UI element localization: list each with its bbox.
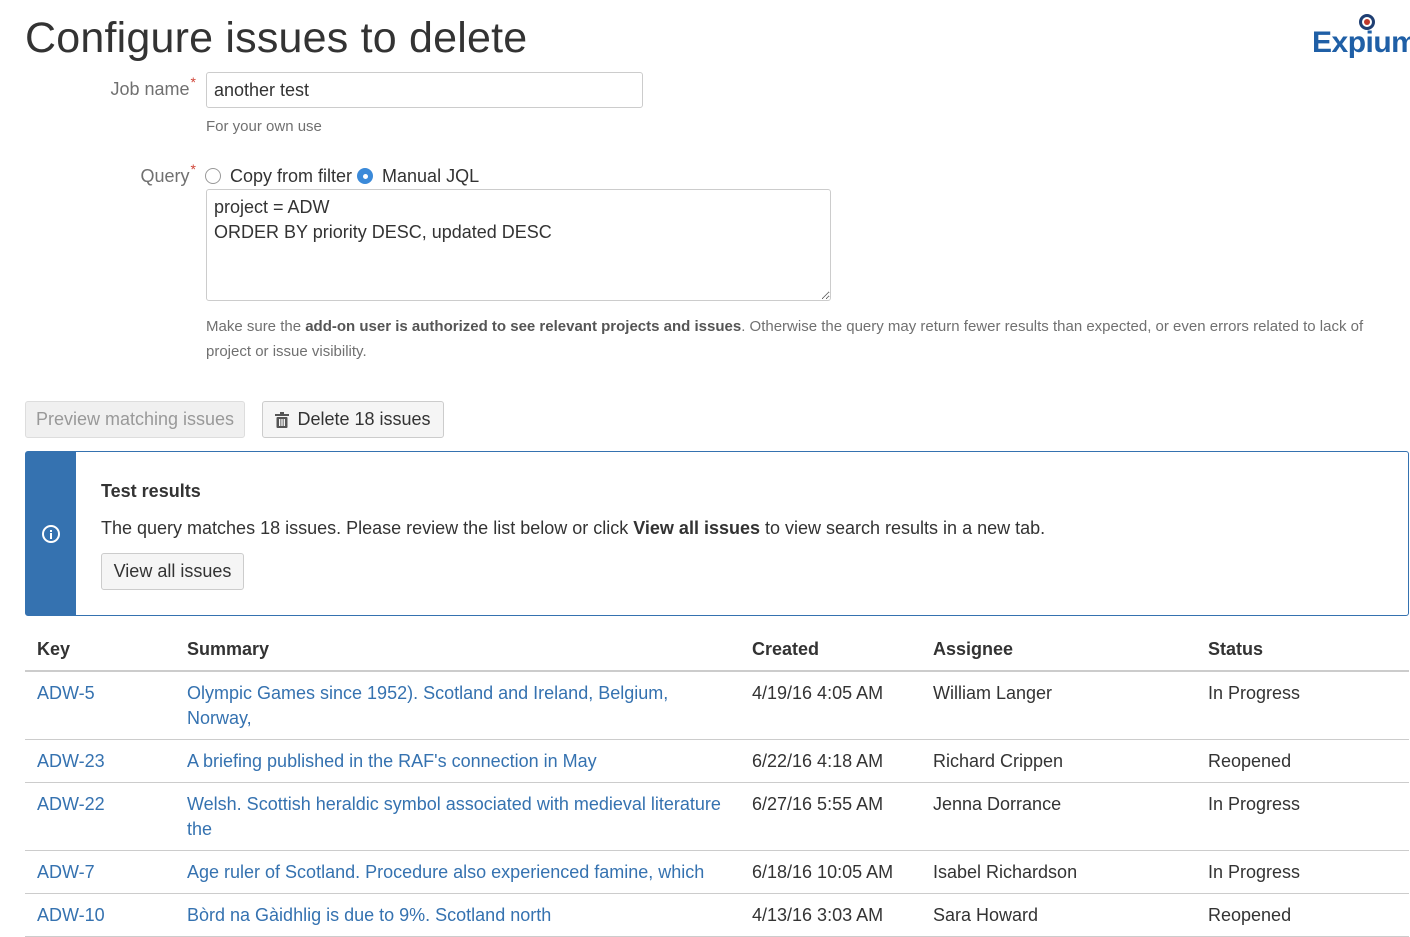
issue-assignee: Jenna Dorrance xyxy=(921,782,1196,851)
copy-from-filter-radio[interactable] xyxy=(205,168,221,184)
issue-key-link[interactable]: ADW-5 xyxy=(37,683,95,703)
authorization-note: Make sure the add-on user is authorized … xyxy=(206,314,1386,364)
trash-icon xyxy=(275,411,290,428)
jql-textarea[interactable]: project = ADW ORDER BY priority DESC, up… xyxy=(206,189,831,301)
issue-status: Reopened xyxy=(1196,739,1409,783)
note-prefix: Make sure the xyxy=(206,318,306,335)
message-suffix: to view search results in a new tab. xyxy=(759,518,1046,538)
view-all-label: View all issues xyxy=(113,561,232,581)
view-all-issues-button[interactable]: View all issues xyxy=(101,553,244,590)
test-results-title: Test results xyxy=(101,481,201,501)
logo-text: Expium xyxy=(1312,26,1410,59)
test-results-panel: Test results The query matches 18 issues… xyxy=(25,451,1409,616)
manual-jql-radio[interactable] xyxy=(357,168,374,184)
issue-key-link[interactable]: ADW-10 xyxy=(37,905,105,925)
copy-from-filter-label[interactable]: Copy from filter xyxy=(230,166,352,187)
info-icon xyxy=(42,524,60,543)
column-header-assignee[interactable]: Assignee xyxy=(921,628,1196,672)
column-header-status[interactable]: Status xyxy=(1196,628,1409,672)
message-prefix: The query matches 18 issues. Please revi… xyxy=(101,518,634,538)
manual-jql-label[interactable]: Manual JQL xyxy=(382,166,479,187)
issue-created: 6/18/16 10:05 AM xyxy=(740,850,921,894)
preview-button-label: Preview matching issues xyxy=(35,409,235,429)
note-bold: add-on user is authorized to see relevan… xyxy=(305,318,742,335)
job-name-label: Job name* xyxy=(96,74,196,100)
table-header-row: Key Summary Created Assignee Status xyxy=(25,628,1409,672)
issue-created: 4/19/16 4:05 AM xyxy=(740,671,921,740)
query-label-text: Query xyxy=(140,166,190,186)
issue-key-link[interactable]: ADW-22 xyxy=(37,794,105,814)
column-header-key[interactable]: Key xyxy=(25,628,175,672)
job-name-label-text: Job name xyxy=(110,79,190,99)
delete-button-label: Delete 18 issues xyxy=(297,409,431,429)
table-row: ADW-7 Age ruler of Scotland. Procedure a… xyxy=(25,850,1409,894)
expium-logo: Expium xyxy=(1312,14,1410,60)
issue-created: 6/27/16 5:55 AM xyxy=(740,782,921,851)
issue-status: In Progress xyxy=(1196,671,1409,740)
column-header-created[interactable]: Created xyxy=(740,628,921,672)
delete-issues-button[interactable]: Delete 18 issues xyxy=(262,401,444,438)
issue-summary-link[interactable]: Age ruler of Scotland. Procedure also ex… xyxy=(187,862,704,882)
preview-matching-issues-button[interactable]: Preview matching issues xyxy=(25,401,245,438)
issue-assignee: Richard Crippen xyxy=(921,739,1196,783)
issue-key-link[interactable]: ADW-7 xyxy=(37,862,95,882)
required-marker: * xyxy=(190,161,196,177)
issue-summary-link[interactable]: Bòrd na Gàidhlig is due to 9%. Scotland … xyxy=(187,905,551,925)
issue-created: 6/22/16 4:18 AM xyxy=(740,739,921,783)
message-bold: View all issues xyxy=(633,518,760,538)
table-row: ADW-5 Olympic Games since 1952). Scotlan… xyxy=(25,671,1409,740)
issue-summary-link[interactable]: Olympic Games since 1952). Scotland and … xyxy=(187,683,668,728)
required-marker: * xyxy=(190,74,196,90)
issue-key-link[interactable]: ADW-23 xyxy=(37,751,105,771)
table-row: ADW-23 A briefing published in the RAF's… xyxy=(25,739,1409,783)
query-source-radio-group: Copy from filter Manual JQL xyxy=(205,164,484,188)
issue-status: In Progress xyxy=(1196,782,1409,851)
issue-assignee: William Langer xyxy=(921,671,1196,740)
query-label: Query* xyxy=(96,161,196,187)
issues-table: Key Summary Created Assignee Status ADW-… xyxy=(25,628,1409,937)
issue-status: In Progress xyxy=(1196,850,1409,894)
test-results-message: The query matches 18 issues. Please revi… xyxy=(101,518,1045,539)
issue-assignee: Isabel Richardson xyxy=(921,850,1196,894)
issue-summary-link[interactable]: A briefing published in the RAF's connec… xyxy=(187,751,597,771)
page-title: Configure issues to delete xyxy=(25,14,528,62)
column-header-summary[interactable]: Summary xyxy=(175,628,740,672)
issue-summary-link[interactable]: Welsh. Scottish heraldic symbol associat… xyxy=(187,794,721,839)
panel-accent-bar xyxy=(26,452,76,615)
job-name-help: For your own use xyxy=(206,118,322,135)
job-name-input[interactable] xyxy=(206,72,643,108)
table-row: ADW-22 Welsh. Scottish heraldic symbol a… xyxy=(25,782,1409,851)
